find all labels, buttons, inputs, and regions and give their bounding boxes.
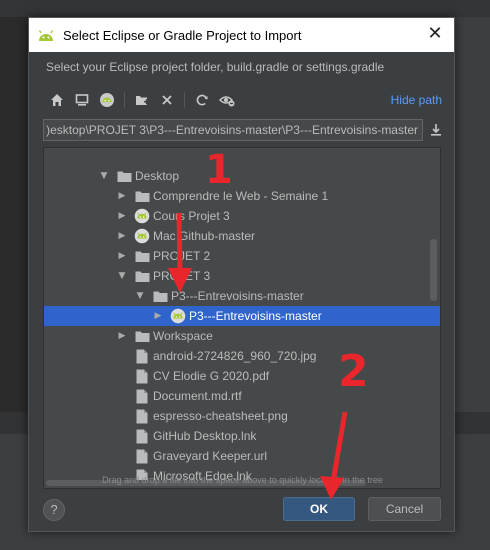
instruction-text: Select your Eclipse project folder, buil…: [46, 60, 385, 74]
tree-row-label: Cours Projet 3: [153, 209, 230, 223]
android-project-icon[interactable]: [96, 89, 118, 111]
android-studio-icon: [38, 30, 54, 41]
folder-icon: [134, 188, 150, 204]
tree-row[interactable]: Graveyard Keeper.url: [44, 446, 440, 466]
vertical-scrollbar[interactable]: [430, 239, 437, 301]
tree-row[interactable]: ▼ Desktop: [44, 166, 440, 186]
file-tree[interactable]: Microsoft Edge.lnk Graveyard Keeper.url Gi…: [43, 147, 441, 489]
tree-row-label: android-2724826_960_720.jpg: [153, 349, 317, 363]
android-project-icon: [134, 208, 150, 224]
android-project-icon: [170, 308, 186, 324]
tree-row-label: CV Elodie G 2020.pdf: [153, 369, 270, 383]
folder-icon: [134, 268, 150, 284]
close-button[interactable]: ✕: [426, 25, 444, 43]
folder-icon: [134, 328, 150, 344]
tree-row-label: PROJET 3: [153, 269, 211, 283]
tree-row-label: Desktop: [135, 169, 180, 183]
android-project-icon: [134, 228, 150, 244]
drag-drop-hint: Drag and drop a file into the space abov…: [102, 475, 383, 485]
folder-icon: [116, 168, 132, 184]
tree-row[interactable]: GitHub Desktop.lnk: [44, 426, 440, 446]
tree-row[interactable]: Document.md.rtf: [44, 386, 440, 406]
ide-background-top: [0, 0, 490, 17]
folder-icon: [152, 288, 168, 304]
tree-row-label: espresso-cheatsheet.png: [153, 409, 288, 423]
tree-row[interactable]: ▶ Mac Github-master: [44, 226, 440, 246]
tree-row-label: Graveyard Keeper.url: [153, 449, 268, 463]
collapsed-arrow-icon[interactable]: ▶: [116, 211, 128, 221]
tree-row-label: Workspace: [153, 329, 213, 343]
ok-button[interactable]: OK: [283, 497, 355, 521]
tree-row[interactable]: CV Elodie G 2020.pdf: [44, 366, 440, 386]
toolbar-separator: [184, 92, 185, 108]
collapsed-arrow-icon[interactable]: ▶: [116, 191, 128, 201]
collapsed-arrow-icon[interactable]: ▶: [116, 231, 128, 241]
show-hidden-icon[interactable]: [216, 89, 238, 111]
collapsed-arrow-icon[interactable]: ▶: [116, 331, 128, 341]
tree-row-label: P3---Entrevoisins-master: [171, 289, 304, 303]
file-icon: [134, 448, 150, 464]
tree-row[interactable]: ▶ Comprendre le Web - Semaine 1: [44, 186, 440, 206]
folder-icon: [134, 248, 150, 264]
path-input[interactable]: )esktop\PROJET 3\P3---Entrevoisins-maste…: [43, 119, 423, 141]
expanded-arrow-icon[interactable]: ▼: [98, 171, 110, 181]
file-icon: [134, 428, 150, 444]
collapsed-arrow-icon[interactable]: ▶: [152, 311, 164, 321]
expanded-arrow-icon[interactable]: ▼: [116, 271, 128, 281]
tree-row-label: PROJET 2: [153, 249, 211, 263]
tree-row-label: GitHub Desktop.lnk: [153, 429, 257, 443]
help-button[interactable]: ?: [43, 499, 65, 521]
path-input-value: )esktop\PROJET 3\P3---Entrevoisins-maste…: [46, 123, 418, 137]
cancel-button[interactable]: Cancel: [368, 497, 441, 521]
tree-row[interactable]: espresso-cheatsheet.png: [44, 406, 440, 426]
expanded-arrow-icon[interactable]: ▼: [134, 291, 146, 301]
tree-row[interactable]: ▶ Cours Projet 3: [44, 206, 440, 226]
tree-row[interactable]: ▶ Workspace: [44, 326, 440, 346]
step-number-2: 2: [338, 346, 369, 397]
new-folder-icon[interactable]: [131, 89, 153, 111]
file-icon: [134, 388, 150, 404]
dialog-titlebar: Select Eclipse or Gradle Project to Impo…: [29, 18, 454, 52]
file-icon: [134, 408, 150, 424]
tree-row[interactable]: android-2724826_960_720.jpg: [44, 346, 440, 366]
tree-row-label: Comprendre le Web - Semaine 1: [153, 189, 329, 203]
tree-row-label: P3---Entrevoisins-master: [189, 309, 322, 323]
file-toolbar: Hide path: [46, 88, 446, 112]
ide-background-right: [455, 17, 490, 412]
hide-path-link[interactable]: Hide path: [391, 93, 442, 107]
home-icon[interactable]: [46, 89, 68, 111]
tree-row[interactable]: ▼ P3---Entrevoisins-master: [44, 286, 440, 306]
tree-row-label: Mac Github-master: [153, 229, 256, 243]
tree-row[interactable]: ▼ PROJET 3: [44, 266, 440, 286]
import-project-dialog: Select Eclipse or Gradle Project to Impo…: [28, 17, 455, 532]
tree-row[interactable]: ▶ PROJET 2: [44, 246, 440, 266]
step-number-1: 1: [205, 147, 233, 193]
tree-row[interactable]: ▶ P3---Entrevoisins-master: [44, 306, 440, 326]
delete-icon[interactable]: [156, 89, 178, 111]
file-icon: [134, 368, 150, 384]
download-icon[interactable]: [426, 120, 446, 140]
tree-row-label: Document.md.rtf: [153, 389, 242, 403]
toolbar-separator: [124, 92, 125, 108]
desktop-icon[interactable]: [71, 89, 93, 111]
dialog-title: Select Eclipse or Gradle Project to Impo…: [63, 27, 302, 43]
file-icon: [134, 348, 150, 364]
collapsed-arrow-icon[interactable]: ▶: [116, 251, 128, 261]
refresh-icon[interactable]: [191, 89, 213, 111]
